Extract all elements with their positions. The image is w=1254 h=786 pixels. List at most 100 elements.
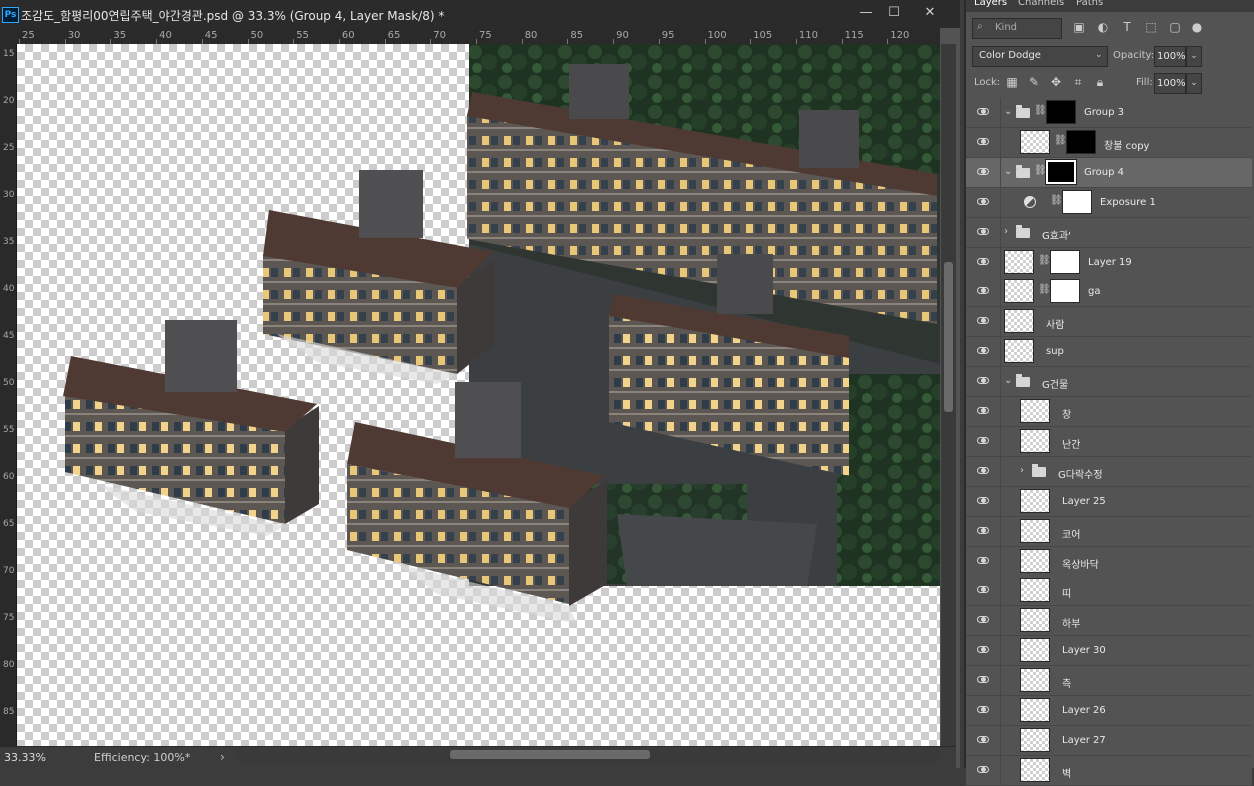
chevron-right-icon[interactable]: › — [1004, 226, 1008, 237]
layer-row[interactable]: Layer 27 — [966, 726, 1252, 756]
layer-row[interactable]: 벽 — [966, 756, 1252, 786]
layer-thumbnail[interactable] — [1020, 668, 1050, 692]
layer-mask-thumbnail[interactable] — [1066, 130, 1096, 154]
visibility-eye-icon[interactable] — [976, 615, 990, 625]
maximize-button[interactable]: ☐ — [880, 4, 908, 22]
visibility-eye-icon[interactable] — [976, 735, 990, 745]
status-menu-arrow-icon[interactable]: › — [220, 750, 225, 764]
minimize-button[interactable]: — — [852, 4, 880, 22]
lock-transparent-icon[interactable]: ▦ — [1004, 74, 1020, 90]
lock-image-icon[interactable]: ✎ — [1026, 74, 1042, 90]
layer-name[interactable]: Layer 30 — [1062, 645, 1106, 656]
filter-toggle-icon[interactable]: ● — [1190, 20, 1204, 34]
lock-position-icon[interactable]: ✥ — [1048, 74, 1064, 90]
visibility-eye-icon[interactable] — [976, 197, 990, 207]
layer-name[interactable]: Layer 25 — [1062, 496, 1106, 507]
layer-name[interactable]: ga — [1088, 286, 1100, 297]
layer-thumbnail[interactable] — [1020, 698, 1050, 722]
layer-row[interactable]: › G다락수정 — [966, 457, 1252, 487]
shape-filter-icon[interactable]: ⬚ — [1144, 20, 1158, 34]
lock-artboard-icon[interactable]: ⌗ — [1070, 74, 1086, 90]
opacity-field[interactable]: 100% — [1154, 46, 1186, 67]
layer-thumbnail[interactable] — [1020, 728, 1050, 752]
layer-name[interactable]: Exposure 1 — [1100, 197, 1156, 208]
horizontal-ruler[interactable]: 25 30 35 40 45 50 55 60 65 70 75 80 85 90 95 100 105 110 1… — [16, 28, 940, 45]
document-titlebar[interactable]: Ps 조감도_함평리00연립주택_야간경관.psd @ 33.3% (Group… — [0, 0, 960, 28]
visibility-eye-icon[interactable] — [976, 107, 990, 117]
layer-row[interactable]: ⛓ Layer 19 — [966, 248, 1252, 278]
layer-mask-thumbnail[interactable] — [1046, 100, 1076, 124]
zoom-level-field[interactable]: 33.33% — [4, 750, 48, 765]
layer-row[interactable]: ⛓ 창불 copy — [966, 128, 1252, 158]
layer-name[interactable]: 옥상바닥 — [1062, 556, 1099, 571]
ruler-origin[interactable] — [0, 28, 16, 44]
layer-thumbnail[interactable] — [1020, 399, 1050, 423]
chevron-right-icon[interactable]: › — [1020, 465, 1024, 476]
visibility-eye-icon[interactable] — [976, 556, 990, 566]
visibility-eye-icon[interactable] — [976, 765, 990, 775]
layer-thumbnail[interactable] — [1020, 519, 1050, 543]
layer-row[interactable]: sup — [966, 337, 1252, 367]
mask-link-icon[interactable]: ⛓ — [1038, 284, 1051, 296]
visibility-eye-icon[interactable] — [976, 316, 990, 326]
horizontal-scroll-thumb[interactable] — [450, 750, 650, 759]
layer-name[interactable]: Layer 19 — [1088, 257, 1132, 268]
visibility-eye-icon[interactable] — [976, 436, 990, 446]
layer-row[interactable]: ⛓ ga — [966, 277, 1252, 307]
layer-name[interactable]: 창불 copy — [1104, 137, 1149, 152]
chevron-down-icon[interactable]: ⌄ — [1004, 106, 1012, 117]
layer-name[interactable]: 난간 — [1062, 436, 1080, 451]
layer-thumbnail[interactable] — [1020, 130, 1050, 154]
visibility-eye-icon[interactable] — [976, 286, 990, 296]
opacity-dropdown-icon[interactable]: ⌄ — [1186, 46, 1202, 67]
layer-row[interactable]: 띠 — [966, 576, 1252, 606]
layer-thumbnail[interactable] — [1020, 549, 1050, 573]
layer-mask-thumbnail[interactable] — [1050, 250, 1080, 274]
visibility-eye-icon[interactable] — [976, 496, 990, 506]
kind-filter-select[interactable]: ⌕ Kind — [972, 18, 1062, 39]
layer-mask-thumbnail[interactable] — [1045, 159, 1077, 185]
layer-name[interactable]: 창 — [1062, 406, 1071, 421]
layer-name[interactable]: 하부 — [1062, 615, 1080, 630]
visibility-eye-icon[interactable] — [976, 167, 990, 177]
lock-all-icon[interactable]: 🔒︎ — [1092, 74, 1108, 90]
layer-name[interactable]: sup — [1046, 346, 1064, 357]
mask-link-icon[interactable]: ⛓ — [1054, 135, 1067, 147]
chevron-down-icon[interactable]: ⌄ — [1004, 375, 1012, 386]
vertical-ruler[interactable]: 15 20 25 30 35 40 45 50 55 60 65 70 75 80 85 — [0, 44, 17, 746]
layer-thumbnail[interactable] — [1020, 489, 1050, 513]
visibility-eye-icon[interactable] — [976, 227, 990, 237]
layer-thumbnail[interactable] — [1020, 638, 1050, 662]
tab-channels[interactable]: Channels — [1018, 0, 1064, 8]
mask-link-icon[interactable]: ⛓ — [1038, 255, 1051, 267]
layer-thumbnail[interactable] — [1020, 608, 1050, 632]
visibility-eye-icon[interactable] — [976, 346, 990, 356]
layer-row[interactable]: 측 — [966, 666, 1252, 696]
close-button[interactable]: ✕ — [916, 4, 944, 22]
adjustment-filter-icon[interactable]: ◐ — [1096, 20, 1110, 34]
layer-row[interactable]: Layer 30 — [966, 636, 1252, 666]
canvas[interactable] — [17, 44, 940, 746]
layer-mask-thumbnail[interactable] — [1062, 190, 1092, 214]
layer-row[interactable]: ⛓ Exposure 1 — [966, 188, 1252, 218]
fill-dropdown-icon[interactable]: ⌄ — [1186, 73, 1202, 94]
layer-name[interactable]: 띠 — [1062, 585, 1071, 600]
layer-name[interactable]: 사람 — [1046, 316, 1064, 331]
layer-thumbnail[interactable] — [1004, 250, 1034, 274]
visibility-eye-icon[interactable] — [976, 585, 990, 595]
layer-mask-thumbnail[interactable] — [1050, 279, 1080, 303]
layer-thumbnail[interactable] — [1020, 578, 1050, 602]
layer-name[interactable]: 코어 — [1062, 526, 1080, 541]
visibility-eye-icon[interactable] — [976, 645, 990, 655]
image-filter-icon[interactable]: ▣ — [1072, 20, 1086, 34]
layer-row[interactable]: Layer 25 — [966, 487, 1252, 517]
type-filter-icon[interactable]: T — [1120, 20, 1134, 34]
mask-link-icon[interactable]: ⛓ — [1050, 195, 1063, 207]
visibility-eye-icon[interactable] — [976, 466, 990, 476]
layer-name[interactable]: G다락수정 — [1058, 466, 1103, 481]
mask-link-icon[interactable]: ⛓ — [1034, 105, 1047, 117]
layer-row[interactable]: ⌄ ⛓ Group 4 — [966, 158, 1252, 188]
layer-thumbnail[interactable] — [1020, 758, 1050, 782]
layer-row[interactable]: 난간 — [966, 427, 1252, 457]
layer-row[interactable]: ⌄ G건물 — [966, 367, 1252, 397]
